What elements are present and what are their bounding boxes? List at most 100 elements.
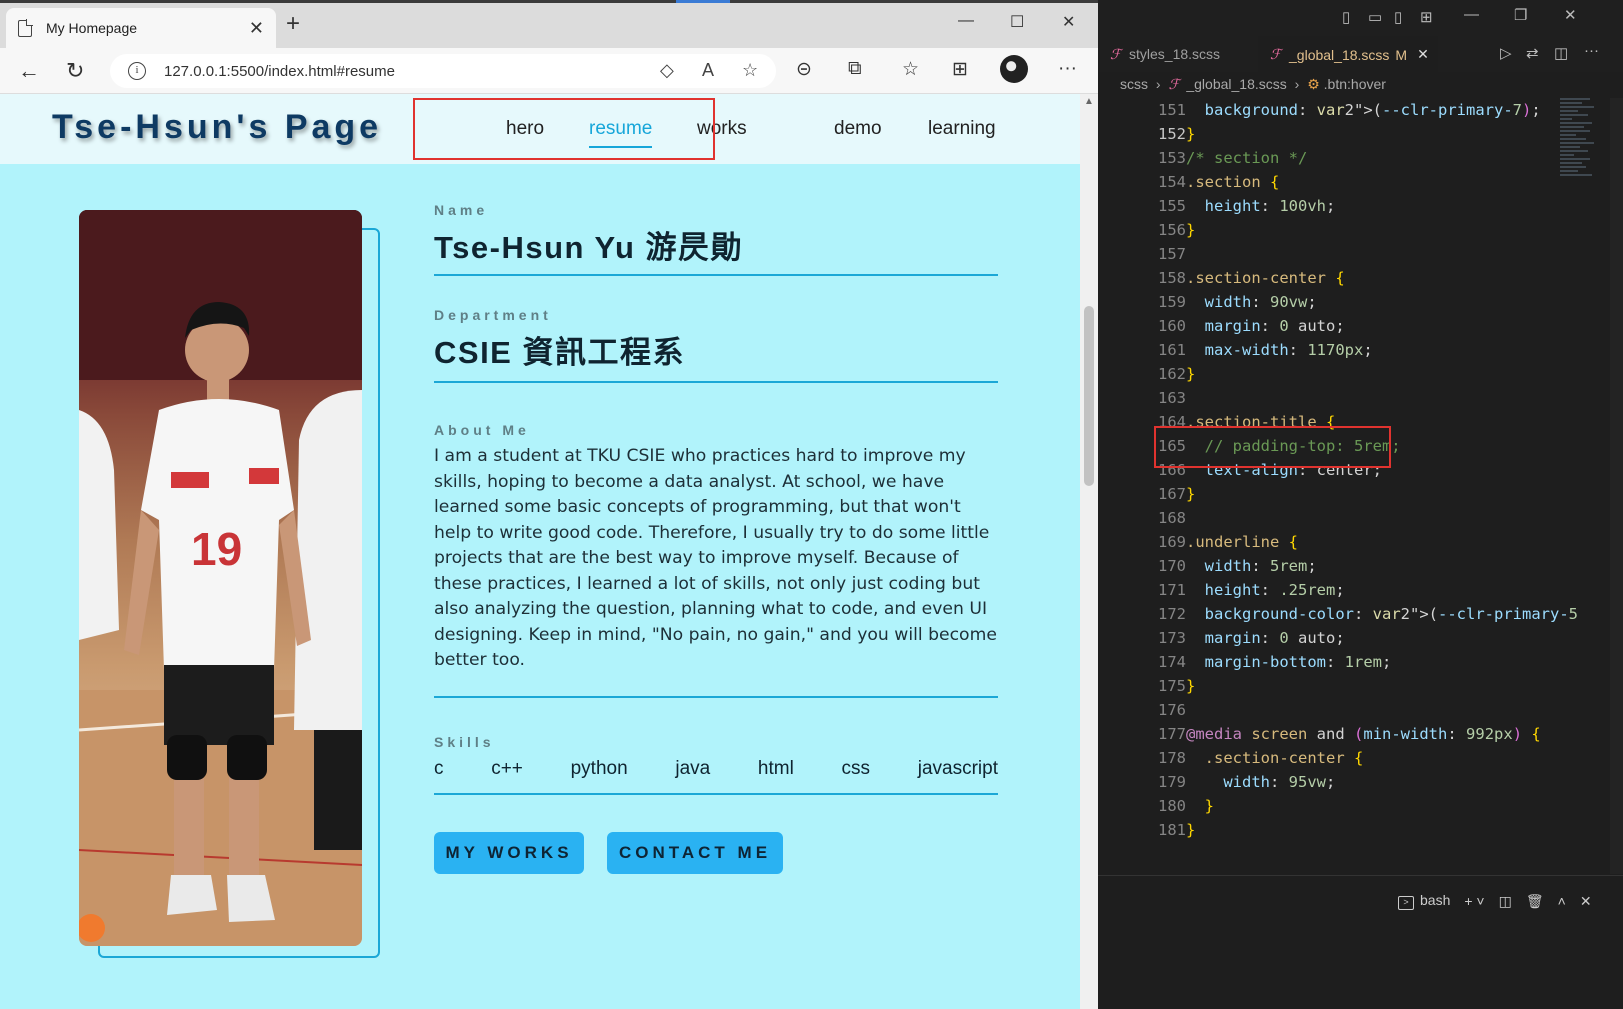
close-panel-icon[interactable]: ✕ [1580,893,1592,910]
skill-item: java [675,758,711,779]
site-logo[interactable]: Tse-Hsun's Page [52,108,382,147]
code-line[interactable]: 175} [1098,674,1558,698]
tab-bar: My Homepage ✕ + — ☐ ✕ [0,0,1098,48]
toggle-secondary-sidebar-icon[interactable]: ▯ [1394,8,1402,26]
more-actions-icon[interactable]: ··· [1584,42,1599,59]
code-line[interactable]: 172 background-color: var2">(--clr-prima… [1098,602,1578,626]
code-line[interactable]: 158 .section-center { [1098,266,1558,290]
code-line[interactable]: 171 height: .25rem; [1098,578,1558,602]
code-line[interactable]: 155 height: 100vh; [1098,194,1558,218]
scrollbar-thumb[interactable] [1084,306,1094,486]
favorites-icon[interactable]: ☆ [902,58,919,81]
breadcrumb-file[interactable]: _global_18.scss [1186,76,1286,92]
code-line[interactable]: 178 .section-center { [1098,746,1558,770]
code-line[interactable]: 176 [1098,698,1558,722]
svg-text:19: 19 [191,523,242,575]
minimize-icon[interactable]: — [958,12,974,30]
editor-scrollbar[interactable] [1610,98,1623,874]
compare-icon[interactable]: ⇄ [1526,44,1539,62]
about-block: About Me I am a student at TKU CSIE who … [434,422,998,674]
new-terminal-icon[interactable]: + ˅ [1464,893,1484,909]
nav-learning[interactable]: learning [928,118,996,140]
browser-tab[interactable]: My Homepage ✕ [6,8,276,48]
code-line[interactable]: 151 background: var2">(--clr-primary-7); [1098,98,1558,122]
skill-item: python [570,758,628,779]
toggle-panel-icon[interactable]: ▭ [1368,8,1382,26]
my-works-button[interactable]: MY WORKS [434,832,584,874]
code-line[interactable]: 159 width: 90vw; [1098,290,1558,314]
code-line[interactable]: 173 margin: 0 auto; [1098,626,1558,650]
code-line[interactable]: 167} [1098,482,1558,506]
close-tab-icon[interactable]: ✕ [1417,46,1429,63]
extension-toggle-icon[interactable]: ⊝ [796,58,812,81]
minimap[interactable] [1560,98,1598,378]
toggle-sidebar-icon[interactable]: ▯ [1342,8,1350,26]
code-line[interactable]: 168 [1098,506,1558,530]
close-tab-icon[interactable]: ✕ [249,18,264,39]
code-text: margin-bottom: 1rem; [1204,653,1392,671]
code-line[interactable]: 160 margin: 0 auto; [1098,314,1558,338]
tab-styles-18[interactable]: ℱ styles_18.scss [1098,36,1258,72]
url-field[interactable]: i 127.0.0.1:5500/index.html#resume ◇ A ☆ [110,54,776,88]
code-line[interactable]: 163 [1098,386,1558,410]
trash-icon[interactable]: 🗑 [1526,893,1544,910]
code-line[interactable]: 180 } [1098,794,1558,818]
reload-icon[interactable]: ↻ [66,58,84,84]
page-scrollbar[interactable]: ▲ [1080,94,1098,1009]
add-favorite-icon[interactable]: ☆ [742,60,758,81]
divider [434,381,998,383]
contact-me-button[interactable]: CONTACT ME [607,832,783,874]
read-aloud-icon[interactable]: A [702,60,714,81]
back-icon[interactable]: ← [18,58,40,84]
code-line[interactable]: 154 .section { [1098,170,1558,194]
player-illustration: 19 [79,210,362,946]
code-line[interactable]: 156} [1098,218,1558,242]
chevron-up-icon[interactable]: ˄ [1558,893,1566,909]
line-number: 160 [1158,317,1186,335]
profile-photo: 19 [79,210,362,946]
code-line[interactable]: 170 width: 5rem; [1098,554,1558,578]
code-line[interactable]: 157 [1098,242,1558,266]
split-editor-icon[interactable]: ◫ [1554,44,1568,62]
new-tab-icon[interactable]: + [286,12,300,36]
code-text: } [1186,677,1196,695]
terminal-name: bash [1420,892,1451,908]
code-line[interactable]: 177 @media screen and (min-width: 992px) … [1098,722,1558,746]
tab-global-18[interactable]: ℱ _global_18.scss M ✕ [1258,36,1438,72]
more-icon[interactable]: ··· [1058,58,1077,80]
code-line[interactable]: 162} [1098,362,1558,386]
code-line[interactable]: 153/* section */ [1098,146,1558,170]
code-line[interactable]: 179 width: 95vw; [1098,770,1558,794]
breadcrumb-symbol[interactable]: .btn:hover [1324,76,1386,92]
profile-avatar[interactable] [1000,55,1028,83]
tab-title: My Homepage [46,20,138,36]
skill-item: c++ [491,758,523,779]
nav-demo[interactable]: demo [834,118,882,140]
code-line[interactable]: 181} [1098,818,1558,842]
site-info-icon[interactable]: i [128,62,146,80]
sass-file-icon: ℱ [1168,76,1180,92]
line-number: 161 [1158,341,1186,359]
code-line[interactable]: 152} [1098,122,1558,146]
tag-icon[interactable]: ◇ [660,60,674,81]
run-icon[interactable]: ▷ [1500,44,1512,62]
code-line[interactable]: 169 .underline { [1098,530,1558,554]
breadcrumb-folder[interactable]: scss [1120,76,1148,92]
layout-icon[interactable]: ⊞ [1420,8,1433,26]
code-line[interactable]: 161 max-width: 1170px; [1098,338,1558,362]
close-window-icon[interactable]: ✕ [1062,12,1075,32]
code-editor[interactable]: 151 background: var2">(--clr-primary-7);… [1098,98,1623,874]
code-text: max-width: 1170px; [1204,341,1373,359]
code-line[interactable]: 174 margin-bottom: 1rem; [1098,650,1558,674]
line-number: 180 [1158,797,1186,815]
extensions-icon[interactable]: ⧉ [848,58,862,80]
scroll-up-icon[interactable]: ▲ [1084,96,1094,107]
minimize-icon[interactable]: — [1464,6,1479,23]
collections-icon[interactable]: ⊞ [952,58,968,81]
restore-icon[interactable]: ❐ [1514,6,1527,24]
split-terminal-icon[interactable]: ◫ [1499,893,1512,910]
line-number: 179 [1158,773,1186,791]
maximize-icon[interactable]: ☐ [1010,12,1024,32]
terminal-selector[interactable]: > bash [1398,892,1450,910]
close-window-icon[interactable]: ✕ [1564,6,1577,24]
